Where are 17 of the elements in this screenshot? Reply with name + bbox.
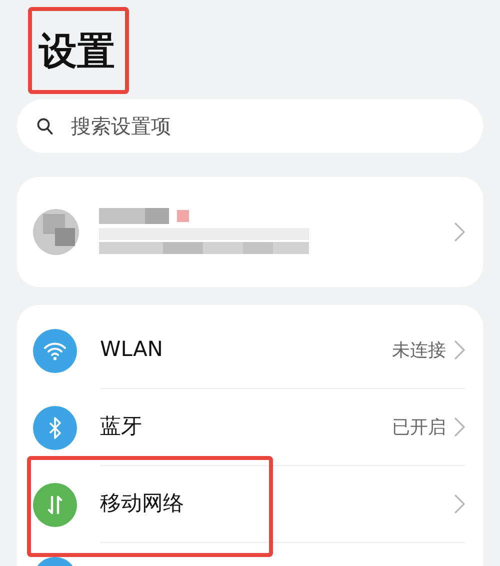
chevron-icon	[454, 417, 465, 437]
search-icon	[37, 118, 53, 134]
setting-label[interactable]: WLAN	[100, 334, 164, 366]
wifi-icon	[43, 340, 67, 360]
chevron-icon	[454, 340, 465, 360]
chevron-icon	[454, 222, 465, 242]
data-arrows-icon	[47, 494, 63, 516]
bluetooth-icon	[48, 416, 62, 440]
search-field[interactable]: 搜索设置项	[69, 99, 463, 153]
account-card[interactable]	[17, 177, 483, 287]
search-bar[interactable]: 搜索设置项	[17, 99, 483, 153]
setting-status: 未连接	[392, 338, 446, 362]
setting-label[interactable]: 移动网络	[100, 488, 184, 520]
chevron-icon	[454, 494, 465, 514]
setting-status: 已开启	[392, 416, 446, 440]
page-title: 设置	[39, 32, 115, 70]
setting-label[interactable]: 蓝牙	[100, 411, 142, 443]
